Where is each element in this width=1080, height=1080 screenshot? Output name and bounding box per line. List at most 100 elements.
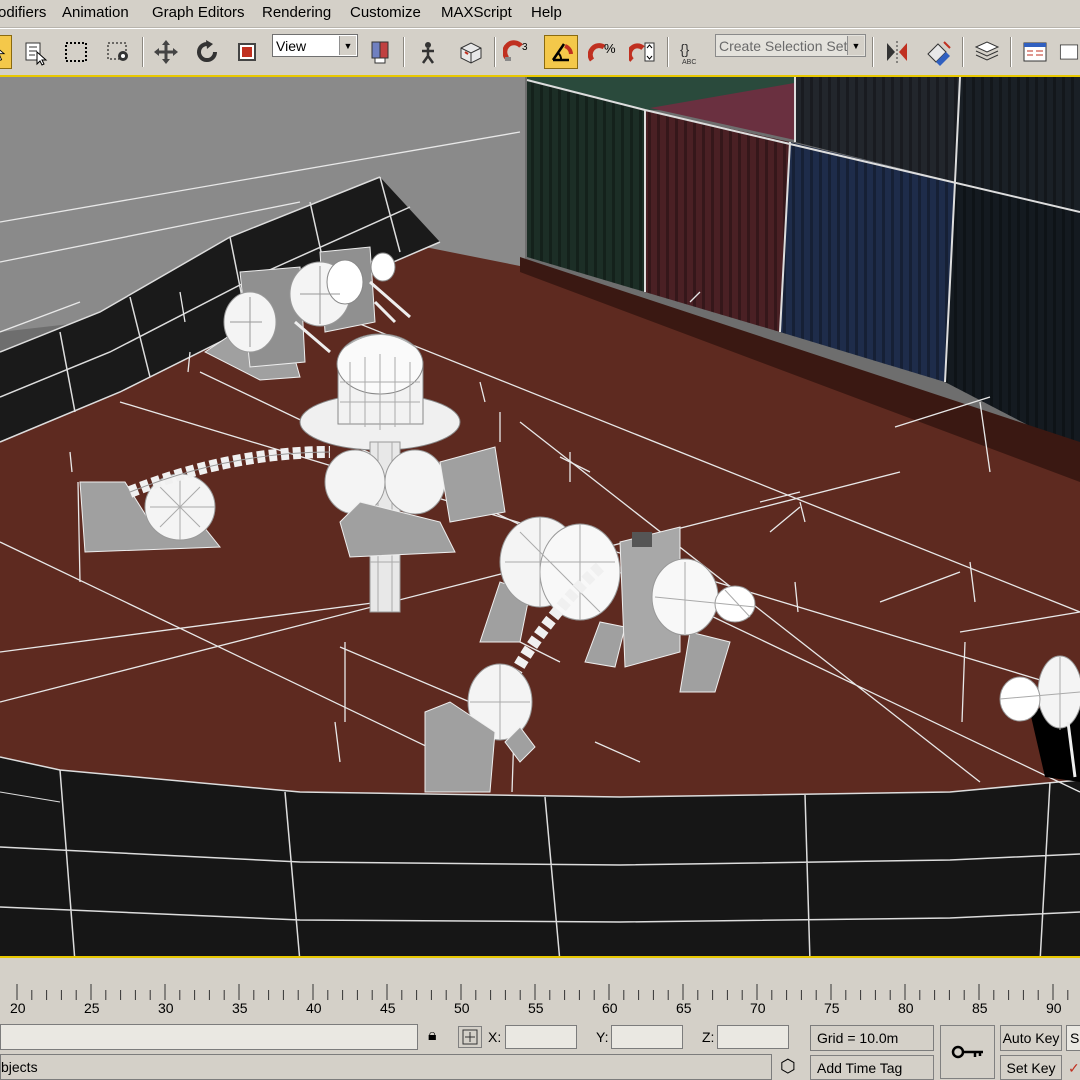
grid-size-text: Grid = 10.0m [817, 1030, 899, 1046]
status-bar: bjects 🔒︎ X: Y: Z: Grid = 10.0m ⬡ Add Ti… [0, 1022, 1080, 1080]
perspective-viewport[interactable] [0, 75, 1080, 958]
use-pivot-center-button[interactable] [363, 35, 397, 69]
percent-snap-toggle-button[interactable]: % [585, 35, 619, 69]
edit-named-selection-button[interactable]: {} ABC [674, 35, 708, 69]
tick-label: 55 [528, 1000, 544, 1016]
tick-label: 75 [824, 1000, 840, 1016]
y-coordinate-input[interactable] [611, 1025, 683, 1049]
absolute-mode-button[interactable] [458, 1026, 482, 1048]
tick-label: 80 [898, 1000, 914, 1016]
tick-label: 90 [1046, 1000, 1062, 1016]
reference-coordinate-dropdown[interactable]: View ▼ [272, 34, 358, 57]
named-selection-icon: {} ABC [680, 41, 696, 66]
z-coordinate-label: Z: [702, 1029, 715, 1045]
selection-status-text: bjects [1, 1059, 38, 1075]
main-toolbar: View ▼ 3 % {} ABC Create Selection Set ▼ [0, 28, 1080, 75]
toolbar-separator [494, 37, 496, 67]
x-coordinate-label: X: [488, 1029, 502, 1045]
scale-icon [238, 43, 256, 61]
time-tag-icon: ⬡ [780, 1056, 796, 1076]
lock-selection-icon[interactable]: 🔒︎ [428, 1027, 437, 1045]
align-button[interactable] [921, 35, 955, 69]
tick-label: 85 [972, 1000, 988, 1016]
check-icon: ✓ [1068, 1060, 1080, 1076]
svg-text:%: % [604, 41, 616, 56]
menu-rendering[interactable]: Rendering [262, 4, 331, 21]
menu-maxscript[interactable]: MAXScript [441, 4, 512, 21]
menu-modifiers[interactable]: odifiers [0, 4, 46, 21]
toolbar-separator [1010, 37, 1012, 67]
x-coordinate-input[interactable] [505, 1025, 577, 1049]
menu-customize[interactable]: Customize [350, 4, 421, 21]
z-coordinate-input[interactable] [717, 1025, 789, 1049]
toolbar-separator [142, 37, 144, 67]
scale-button[interactable] [231, 35, 265, 69]
key-filter-text: S [1070, 1030, 1080, 1046]
tick-label: 45 [380, 1000, 396, 1016]
menu-help[interactable]: Help [531, 4, 562, 21]
pivot-center-icon [371, 41, 389, 64]
named-selection-set-placeholder: Create Selection Set [719, 38, 848, 54]
move-button[interactable] [149, 35, 183, 69]
tick-label: 60 [602, 1000, 618, 1016]
chevron-down-icon: ▼ [339, 36, 356, 55]
select-by-name-button[interactable] [18, 35, 52, 69]
toolbar-separator [667, 37, 669, 67]
keyboard-shortcut-override-button[interactable] [454, 35, 488, 69]
y-coordinate-label: Y: [596, 1029, 609, 1045]
key-icon [951, 1045, 983, 1059]
tick-label: 40 [306, 1000, 322, 1016]
percent-snap-icon: % [588, 41, 616, 62]
set-key-mode-button[interactable] [940, 1025, 995, 1079]
tick-label: 20 [10, 1000, 26, 1016]
menu-animation[interactable]: Animation [62, 4, 129, 21]
schematic-icon [1059, 44, 1079, 60]
keyboard-shortcut-icon [460, 42, 482, 64]
manipulate-button[interactable] [411, 35, 445, 69]
menu-bar: odifiers Animation Graph Editors Renderi… [0, 0, 1080, 28]
toolbar-separator [872, 37, 874, 67]
spinner-snap-toggle-button[interactable] [626, 35, 660, 69]
tick-label: 30 [158, 1000, 174, 1016]
mirror-button[interactable] [880, 35, 914, 69]
key-filter-field[interactable]: S [1066, 1025, 1080, 1051]
window-crossing-icon [107, 42, 128, 61]
set-key-button[interactable]: Set Key [1000, 1055, 1062, 1080]
add-time-tag-label: Add Time Tag [817, 1059, 903, 1076]
schematic-view-button[interactable] [1058, 35, 1080, 69]
angle-snap-toggle-button[interactable] [544, 35, 578, 69]
chevron-down-icon: ▼ [847, 36, 864, 55]
reference-coordinate-value: View [276, 38, 307, 54]
tick-label: 35 [232, 1000, 248, 1016]
select-by-name-icon [25, 42, 48, 66]
set-key-label: Set Key [1006, 1059, 1056, 1076]
tick-label: 25 [84, 1000, 100, 1016]
align-icon [927, 41, 951, 66]
move-icon [154, 40, 178, 64]
snap-magnet-icon: 3 [503, 40, 528, 61]
menu-graph-editors[interactable]: Graph Editors [152, 4, 245, 21]
maxscript-listener-field[interactable] [0, 1024, 418, 1050]
svg-text:{}: {} [680, 41, 690, 57]
rotate-button[interactable] [190, 35, 224, 69]
rectangular-selection-button[interactable] [59, 35, 93, 69]
auto-key-button[interactable]: Auto Key [1000, 1025, 1062, 1051]
mirror-icon [887, 41, 907, 63]
tick-label: 50 [454, 1000, 470, 1016]
add-time-tag-button[interactable]: Add Time Tag [810, 1055, 934, 1080]
layer-manager-button[interactable] [970, 35, 1004, 69]
curve-editor-icon [1023, 42, 1047, 62]
toolbar-separator [403, 37, 405, 67]
snaps-toggle-button[interactable]: 3 [500, 35, 534, 69]
select-object-button[interactable] [0, 35, 12, 69]
svg-text:ABC: ABC [682, 59, 696, 66]
select-arrow-icon [0, 49, 6, 61]
spinner-snap-icon [629, 42, 655, 62]
timeline-ruler[interactable]: 20 25 30 35 40 45 50 55 60 65 70 75 80 8… [0, 960, 1080, 1022]
curve-editor-button[interactable] [1018, 35, 1052, 69]
window-crossing-button[interactable] [101, 35, 135, 69]
named-selection-set-dropdown[interactable]: Create Selection Set ▼ [715, 34, 866, 57]
manipulate-icon [421, 42, 435, 64]
status-prompt-field: bjects [0, 1054, 772, 1080]
tick-label: 70 [750, 1000, 766, 1016]
